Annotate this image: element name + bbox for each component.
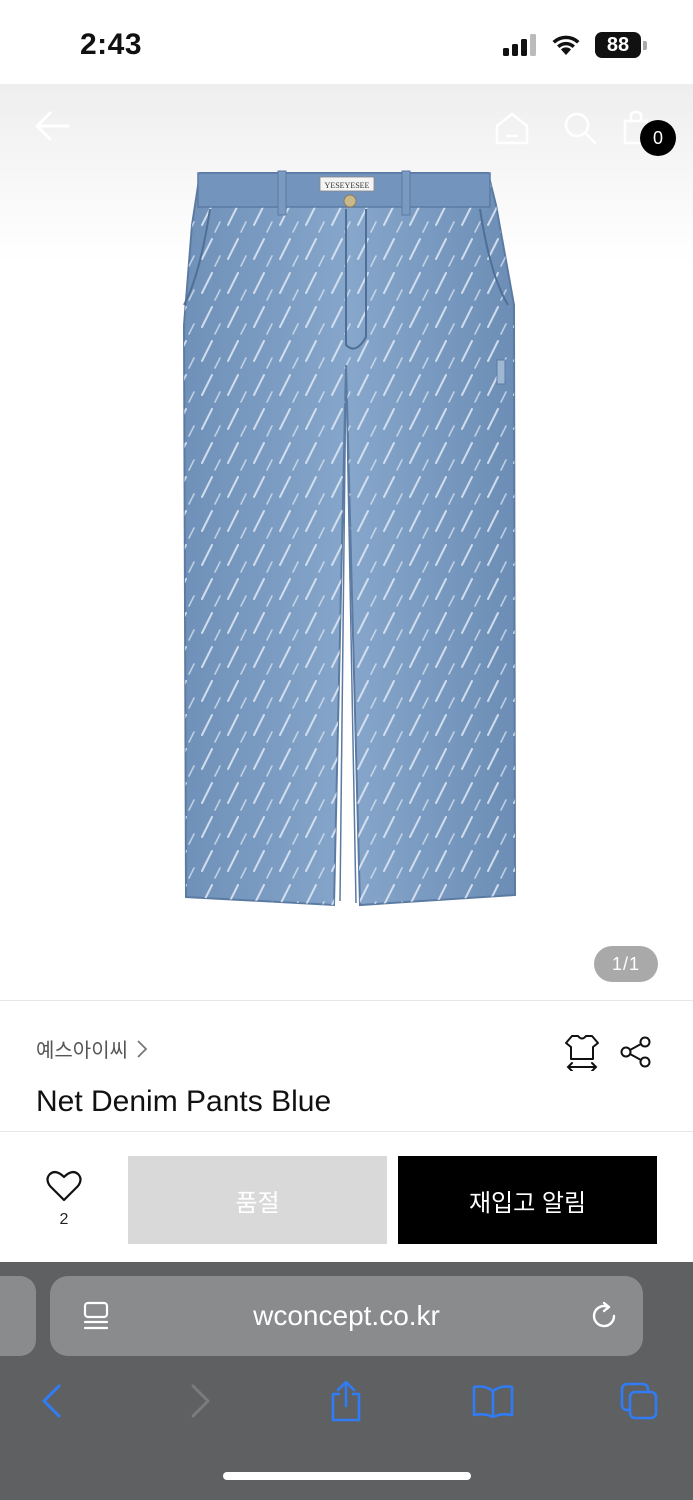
- share-sheet-icon: [331, 1380, 361, 1422]
- size-guide-button[interactable]: [562, 1032, 602, 1072]
- reload-icon: [592, 1301, 616, 1328]
- url-text: wconcept.co.kr: [253, 1300, 440, 1331]
- product-title: Net Denim Pants Blue: [36, 1085, 332, 1118]
- like-button[interactable]: 2: [40, 1170, 88, 1229]
- brand-link[interactable]: 예스아이씨: [36, 1034, 148, 1063]
- browser-forward-button[interactable]: [178, 1378, 224, 1424]
- bookmarks-icon: [472, 1385, 514, 1419]
- heart-icon: [46, 1170, 82, 1202]
- signal-icon: [503, 34, 536, 56]
- browser-back-button[interactable]: [28, 1378, 74, 1424]
- chevron-right-icon: [137, 1039, 148, 1058]
- divider: [0, 1131, 693, 1132]
- tabs-icon: [620, 1382, 658, 1420]
- reload-button[interactable]: [584, 1296, 624, 1336]
- divider: [0, 1000, 693, 1001]
- restock-alert-button[interactable]: 재입고 알림: [398, 1156, 657, 1244]
- battery-level: 88: [595, 32, 641, 58]
- home-icon: [495, 112, 529, 145]
- wifi-icon: [552, 35, 580, 55]
- tabs-button[interactable]: [616, 1378, 662, 1424]
- status-icons: 88: [503, 32, 647, 58]
- back-arrow-icon: [35, 111, 70, 141]
- back-icon: [42, 1384, 61, 1418]
- cart-count-badge: 0: [640, 120, 676, 156]
- home-indicator: [223, 1472, 471, 1480]
- image-page-indicator: 1/1: [594, 946, 658, 982]
- browser-toolbar: wconcept.co.kr: [0, 1262, 693, 1500]
- like-count: 2: [59, 1211, 69, 1228]
- battery-indicator: 88: [595, 32, 647, 58]
- browser-share-button[interactable]: [323, 1378, 369, 1424]
- address-bar[interactable]: wconcept.co.kr: [50, 1276, 643, 1356]
- brand-tag: YESEYESEE: [325, 181, 370, 190]
- forward-icon: [191, 1384, 210, 1418]
- home-button[interactable]: [490, 106, 534, 150]
- size-guide-icon: [565, 1035, 599, 1071]
- share-button[interactable]: [616, 1032, 656, 1072]
- brand-name: 예스아이씨: [36, 1040, 128, 1062]
- bookmarks-button[interactable]: [470, 1378, 516, 1424]
- back-button[interactable]: [30, 104, 74, 148]
- share-icon: [620, 1036, 651, 1068]
- status-time: 2:43: [80, 28, 143, 61]
- search-button[interactable]: [558, 106, 602, 150]
- product-image: YESEYESEE: [182, 170, 517, 907]
- search-icon: [564, 112, 597, 145]
- status-bar: 2:43 88: [0, 0, 693, 84]
- sold-out-button[interactable]: 품절: [128, 1156, 387, 1244]
- previous-tab-peek[interactable]: [0, 1276, 36, 1356]
